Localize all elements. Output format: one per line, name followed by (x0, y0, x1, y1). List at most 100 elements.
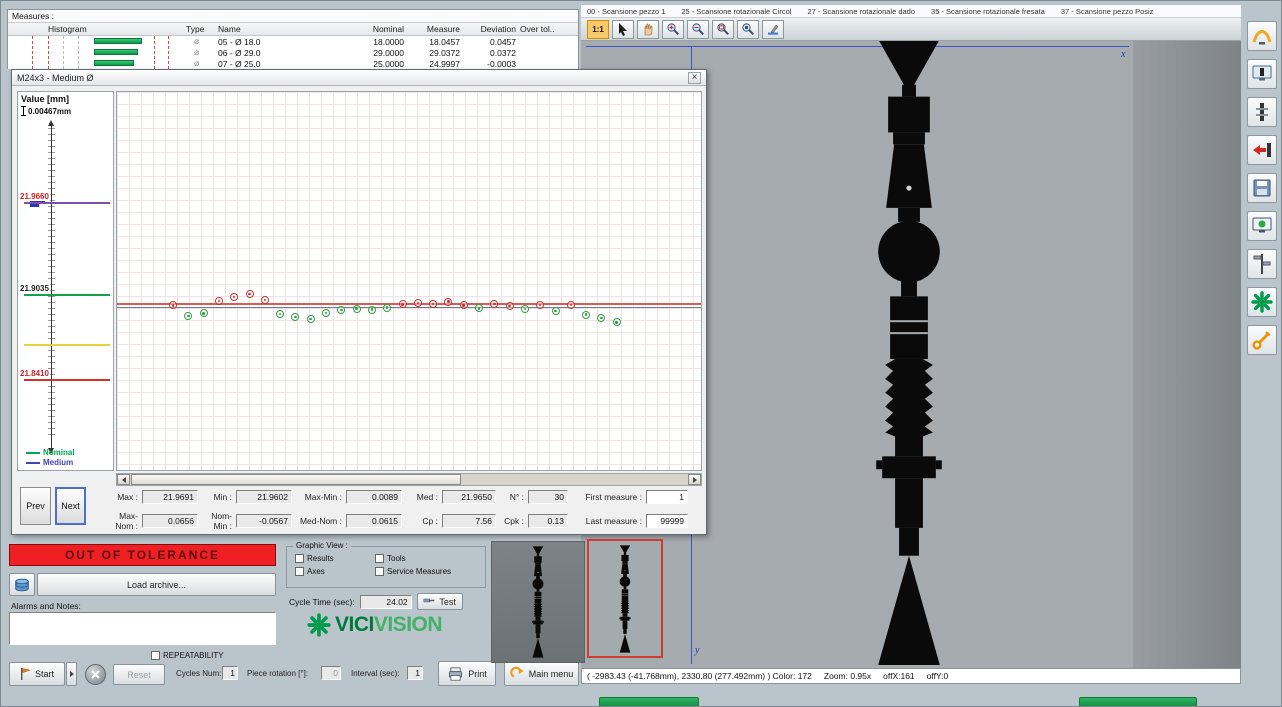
viewer-tab[interactable]: 00 - Scansione pezzo 1 (587, 7, 665, 16)
chart-scrollbar[interactable] (116, 473, 702, 486)
measure-row[interactable]: ⌀05 - Ø 18.018.000018.04570.0457 (8, 36, 578, 47)
pan-hand-button[interactable] (637, 20, 659, 39)
measures-panel: Measures : HistogramTypeNameNominalMeasu… (7, 9, 579, 69)
hand-icon (641, 22, 655, 36)
select-cursor-button[interactable] (612, 20, 634, 39)
repeatability-checkbox[interactable]: REPEATABILITY (151, 651, 224, 660)
save-report-button[interactable] (1247, 173, 1277, 203)
axis-legend-item: Nominal (26, 448, 75, 457)
scroll-left-button[interactable] (117, 474, 130, 485)
load-archive-button[interactable]: Load archive... (37, 573, 276, 596)
archive-disks-icon (12, 576, 32, 594)
monitor-part-button[interactable] (1247, 211, 1277, 241)
prev-button[interactable]: Prev (20, 487, 51, 525)
taskbar-item[interactable] (1079, 697, 1197, 707)
scan-tabs-strip: 00 - Scansione pezzo 1 25 - Scansione rot… (581, 5, 1241, 18)
fixture-button[interactable] (1247, 97, 1277, 127)
tools-settings-button[interactable] (1247, 325, 1277, 355)
part-preview-thumbnail-selected[interactable] (587, 539, 663, 658)
diameter-type-icon: ⌀ (194, 58, 199, 69)
checkbox-box[interactable] (375, 554, 384, 563)
print-button[interactable]: Print (438, 661, 496, 686)
measure-range-input[interactable]: 1 (646, 490, 688, 504)
status-offy: offY:0 (927, 671, 949, 681)
data-point (246, 290, 254, 298)
scrollbar-thumb[interactable] (131, 474, 461, 485)
scroll-right-button[interactable] (688, 474, 701, 485)
graphic-view-options: ResultsToolsAxesService Measures (295, 554, 451, 576)
repeatability-label: REPEATABILITY (163, 651, 224, 660)
checkbox-results[interactable]: Results (295, 554, 375, 563)
data-point (230, 293, 238, 301)
interval-field[interactable]: 1 (407, 666, 423, 680)
zoom-in-icon (666, 22, 680, 36)
zoom-in-button[interactable] (662, 20, 684, 39)
hammer-icon (423, 597, 435, 607)
stats-row-2: Max-Nom :0.0656Nom-Min :-0.0567Med-Nom :… (102, 513, 688, 529)
close-icon[interactable]: × (688, 72, 701, 84)
measure-row[interactable]: ⌀06 - Ø 29.029.000029.03720.0372 (8, 47, 578, 58)
nominal-line (24, 294, 110, 296)
column-header-nominal: Nominal (346, 24, 404, 34)
scan-profile-button[interactable] (1247, 21, 1277, 51)
zoom-out-button[interactable] (687, 20, 709, 39)
trend-chart[interactable] (116, 91, 702, 471)
piece-rotation-field[interactable]: 0 (321, 666, 341, 680)
cycle-time-field[interactable]: 24.02 (360, 595, 412, 609)
test-button[interactable]: Test (417, 593, 463, 610)
start-button[interactable]: Start (9, 662, 65, 686)
status-offx: offX:161 (883, 671, 915, 681)
nominal-value: 29.0000 (346, 48, 404, 58)
measure-range-input[interactable]: 99999 (646, 514, 688, 528)
zoom-1-1-button[interactable]: 1:1 (587, 20, 609, 39)
zoom-window-icon (716, 22, 730, 36)
stop-x-icon (91, 670, 100, 679)
alarms-notes-input[interactable] (9, 612, 276, 645)
logo-vici: VICI (335, 613, 374, 636)
checkbox-box[interactable] (295, 567, 304, 576)
checkbox-box[interactable] (295, 554, 304, 563)
part-preview-thumbnail[interactable] (491, 541, 585, 663)
y-axis-label: y (695, 645, 699, 656)
reset-button[interactable]: Reset (113, 664, 165, 685)
main-menu-button[interactable]: Main menu (504, 661, 579, 686)
upper-tolerance-line (24, 202, 110, 204)
axis-tick-marks (48, 128, 55, 438)
viewer-toolbar: 1:1 (581, 18, 1241, 41)
data-point (429, 300, 437, 308)
vicivision-home-button[interactable] (1247, 287, 1277, 317)
value-axis-panel: Value [mm] 0.00467mm 21.966021.903521.84… (17, 91, 114, 471)
axis-tick-label: 21.8410 (20, 369, 50, 378)
measure-row[interactable]: ⌀07 - Ø 25.025.000024.9997-0.0003 (8, 58, 578, 69)
dialog-title-bar[interactable]: M24x3 - Medium Ø × (12, 70, 706, 86)
data-point (414, 299, 422, 307)
checkbox-box[interactable] (151, 651, 160, 660)
color-pick-icon (766, 22, 780, 36)
start-options-button[interactable] (66, 662, 77, 686)
viewer-tab[interactable]: 37 - Scansione pezzo Posiz (1061, 7, 1154, 16)
cursor-icon (616, 22, 630, 36)
checkbox-box[interactable] (375, 567, 384, 576)
data-point (444, 298, 452, 306)
color-pick-button[interactable] (762, 20, 784, 39)
zoom-extents-button[interactable] (737, 20, 759, 39)
axis-tick-label: 21.9035 (20, 284, 50, 293)
part-return-button[interactable] (1247, 135, 1277, 165)
next-button[interactable]: Next (55, 487, 86, 525)
viewer-tab[interactable]: 27 - Scansione rotazionale dado (807, 7, 915, 16)
zoom-1-1-label: 1:1 (592, 25, 604, 34)
taskbar-item[interactable] (599, 697, 699, 707)
viewer-tab[interactable]: 35 - Scansione rotazionale fresata (931, 7, 1045, 16)
checkbox-axes[interactable]: Axes (295, 567, 375, 576)
data-point (399, 300, 407, 308)
caliper-button[interactable] (1247, 249, 1277, 279)
stop-button[interactable] (85, 664, 106, 685)
checkbox-tools[interactable]: Tools (375, 554, 451, 563)
checkbox-service-measures[interactable]: Service Measures (375, 567, 451, 576)
camera-screen-button[interactable] (1247, 59, 1277, 89)
archive-button[interactable] (9, 573, 35, 596)
cycles-num-field[interactable]: 1 (222, 666, 238, 680)
measure-name: 07 - Ø 25.0 (218, 59, 261, 69)
zoom-window-button[interactable] (712, 20, 734, 39)
viewer-tab[interactable]: 25 - Scansione rotazionale Circol (681, 7, 791, 16)
